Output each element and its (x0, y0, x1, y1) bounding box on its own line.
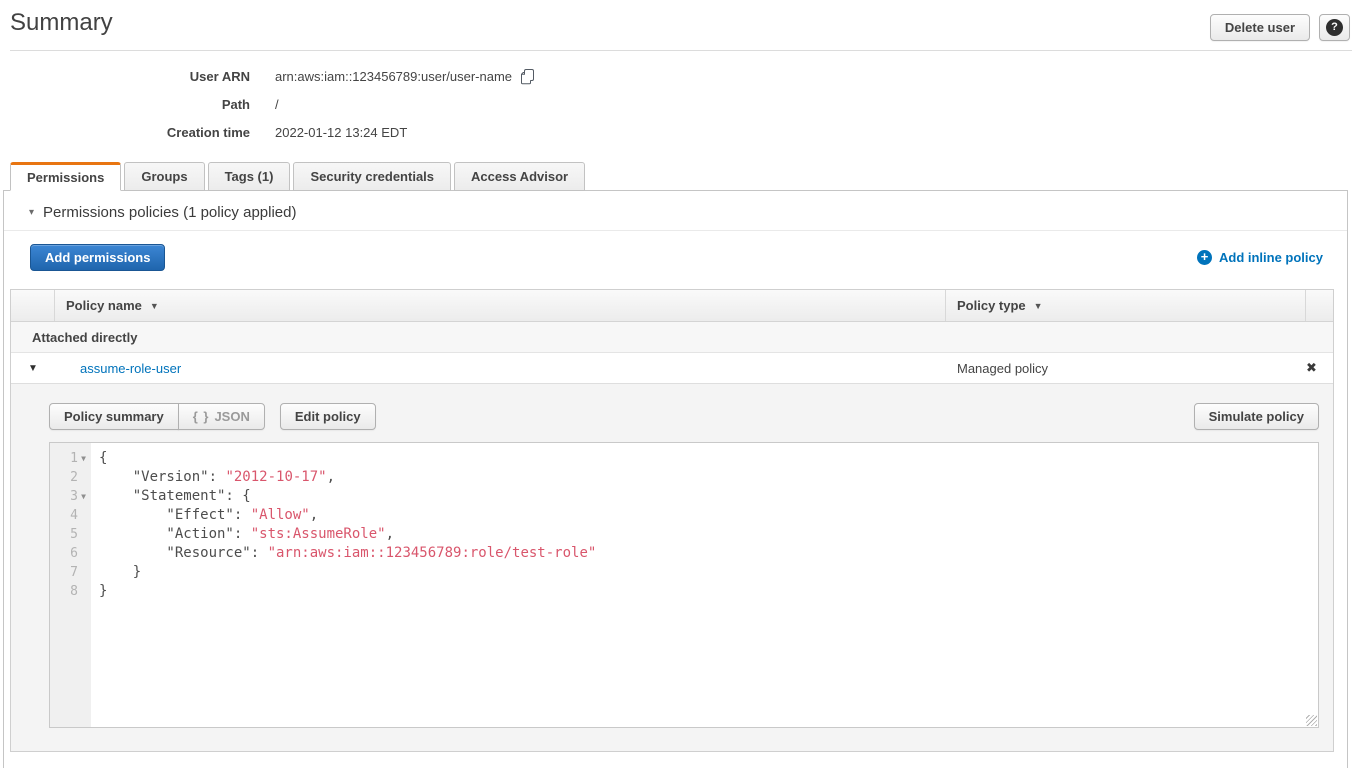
policy-table-header: Policy name ▼ Policy type ▼ (11, 290, 1333, 322)
add-permissions-button[interactable]: Add permissions (30, 244, 165, 271)
user-details: User ARN arn:aws:iam::123456789:user/use… (0, 51, 1362, 154)
policy-table: Policy name ▼ Policy type ▼ Attached dir… (10, 289, 1334, 752)
page-title: Summary (10, 8, 113, 38)
edit-policy-button[interactable]: Edit policy (280, 403, 376, 430)
section-collapse-caret-icon: ▾ (29, 208, 34, 218)
fold-caret-icon[interactable]: ▼ (78, 454, 89, 463)
policy-type-cell: Managed policy (946, 361, 1306, 376)
page-header: Summary Delete user ? (0, 0, 1362, 41)
creation-time-value: 2022-01-12 13:24 EDT (275, 125, 407, 141)
policy-detail-panel: Policy summary { } JSON Edit policy Simu… (11, 384, 1333, 751)
detach-policy-x-icon[interactable]: ✖ (1306, 360, 1333, 376)
delete-user-button[interactable]: Delete user (1210, 14, 1310, 41)
code-editor[interactable]: 1▼2▼3▼4▼5▼6▼7▼8▼ { "Version": "2012-10-1… (49, 442, 1319, 728)
copy-icon[interactable] (520, 69, 535, 85)
editor-gutter: 1▼2▼3▼4▼5▼6▼7▼8▼ (50, 443, 91, 727)
tab-security-credentials[interactable]: Security credentials (293, 162, 451, 191)
braces-icon: { } (193, 409, 210, 424)
path-value: / (275, 97, 279, 113)
actions-column-header (1306, 290, 1333, 321)
tab-bar: Permissions Groups Tags (1) Security cre… (3, 162, 1348, 191)
sort-caret-icon: ▼ (1034, 301, 1043, 311)
add-inline-policy-label: Add inline policy (1219, 250, 1323, 265)
attached-directly-group-header: Attached directly (11, 322, 1333, 353)
plus-circle-icon: + (1197, 250, 1212, 265)
path-label: Path (0, 97, 250, 113)
sort-caret-icon: ▼ (150, 301, 159, 311)
path-row: Path / (0, 97, 1362, 113)
tab-access-advisor[interactable]: Access Advisor (454, 162, 585, 191)
tab-groups[interactable]: Groups (124, 162, 204, 191)
editor-code[interactable]: { "Version": "2012-10-17", "Statement": … (91, 443, 1318, 727)
help-icon: ? (1326, 19, 1343, 36)
permissions-tab-panel: ▾ Permissions policies (1 policy applied… (3, 190, 1348, 768)
policy-type-column-header[interactable]: Policy type ▼ (946, 290, 1306, 321)
permissions-policies-section-title: Permissions policies (1 policy applied) (43, 204, 296, 221)
policy-actions-row: Add permissions + Add inline policy (4, 231, 1347, 283)
user-arn-label: User ARN (0, 69, 250, 85)
tab-tags[interactable]: Tags (1) (208, 162, 291, 191)
policy-table-row: ▼ assume-role-user Managed policy ✖ (11, 353, 1333, 384)
user-arn-value: arn:aws:iam::123456789:user/user-name (275, 69, 512, 85)
permissions-policies-section-toggle[interactable]: ▾ Permissions policies (1 policy applied… (4, 191, 1347, 230)
policy-name-column-header[interactable]: Policy name ▼ (55, 290, 946, 321)
tab-panel-wrap: Permissions Groups Tags (1) Security cre… (3, 162, 1348, 768)
creation-time-row: Creation time 2022-01-12 13:24 EDT (0, 125, 1362, 141)
tab-permissions[interactable]: Permissions (10, 162, 121, 191)
help-button[interactable]: ? (1319, 14, 1350, 41)
policy-summary-button[interactable]: Policy summary (49, 403, 179, 430)
simulate-policy-button[interactable]: Simulate policy (1194, 403, 1319, 430)
policy-detail-buttons: Policy summary { } JSON Edit policy Simu… (49, 403, 1319, 430)
header-actions: Delete user ? (1210, 14, 1350, 41)
fold-caret-icon[interactable]: ▼ (78, 492, 89, 501)
json-view-button[interactable]: { } JSON (178, 403, 265, 430)
editor-resize-handle[interactable] (1306, 715, 1317, 726)
policy-name-link[interactable]: assume-role-user (80, 361, 181, 376)
user-arn-row: User ARN arn:aws:iam::123456789:user/use… (0, 68, 1362, 85)
row-expand-caret[interactable]: ▼ (11, 363, 55, 374)
add-inline-policy-link[interactable]: + Add inline policy (1197, 250, 1323, 265)
creation-time-label: Creation time (0, 125, 250, 141)
expand-column-header (11, 290, 55, 321)
